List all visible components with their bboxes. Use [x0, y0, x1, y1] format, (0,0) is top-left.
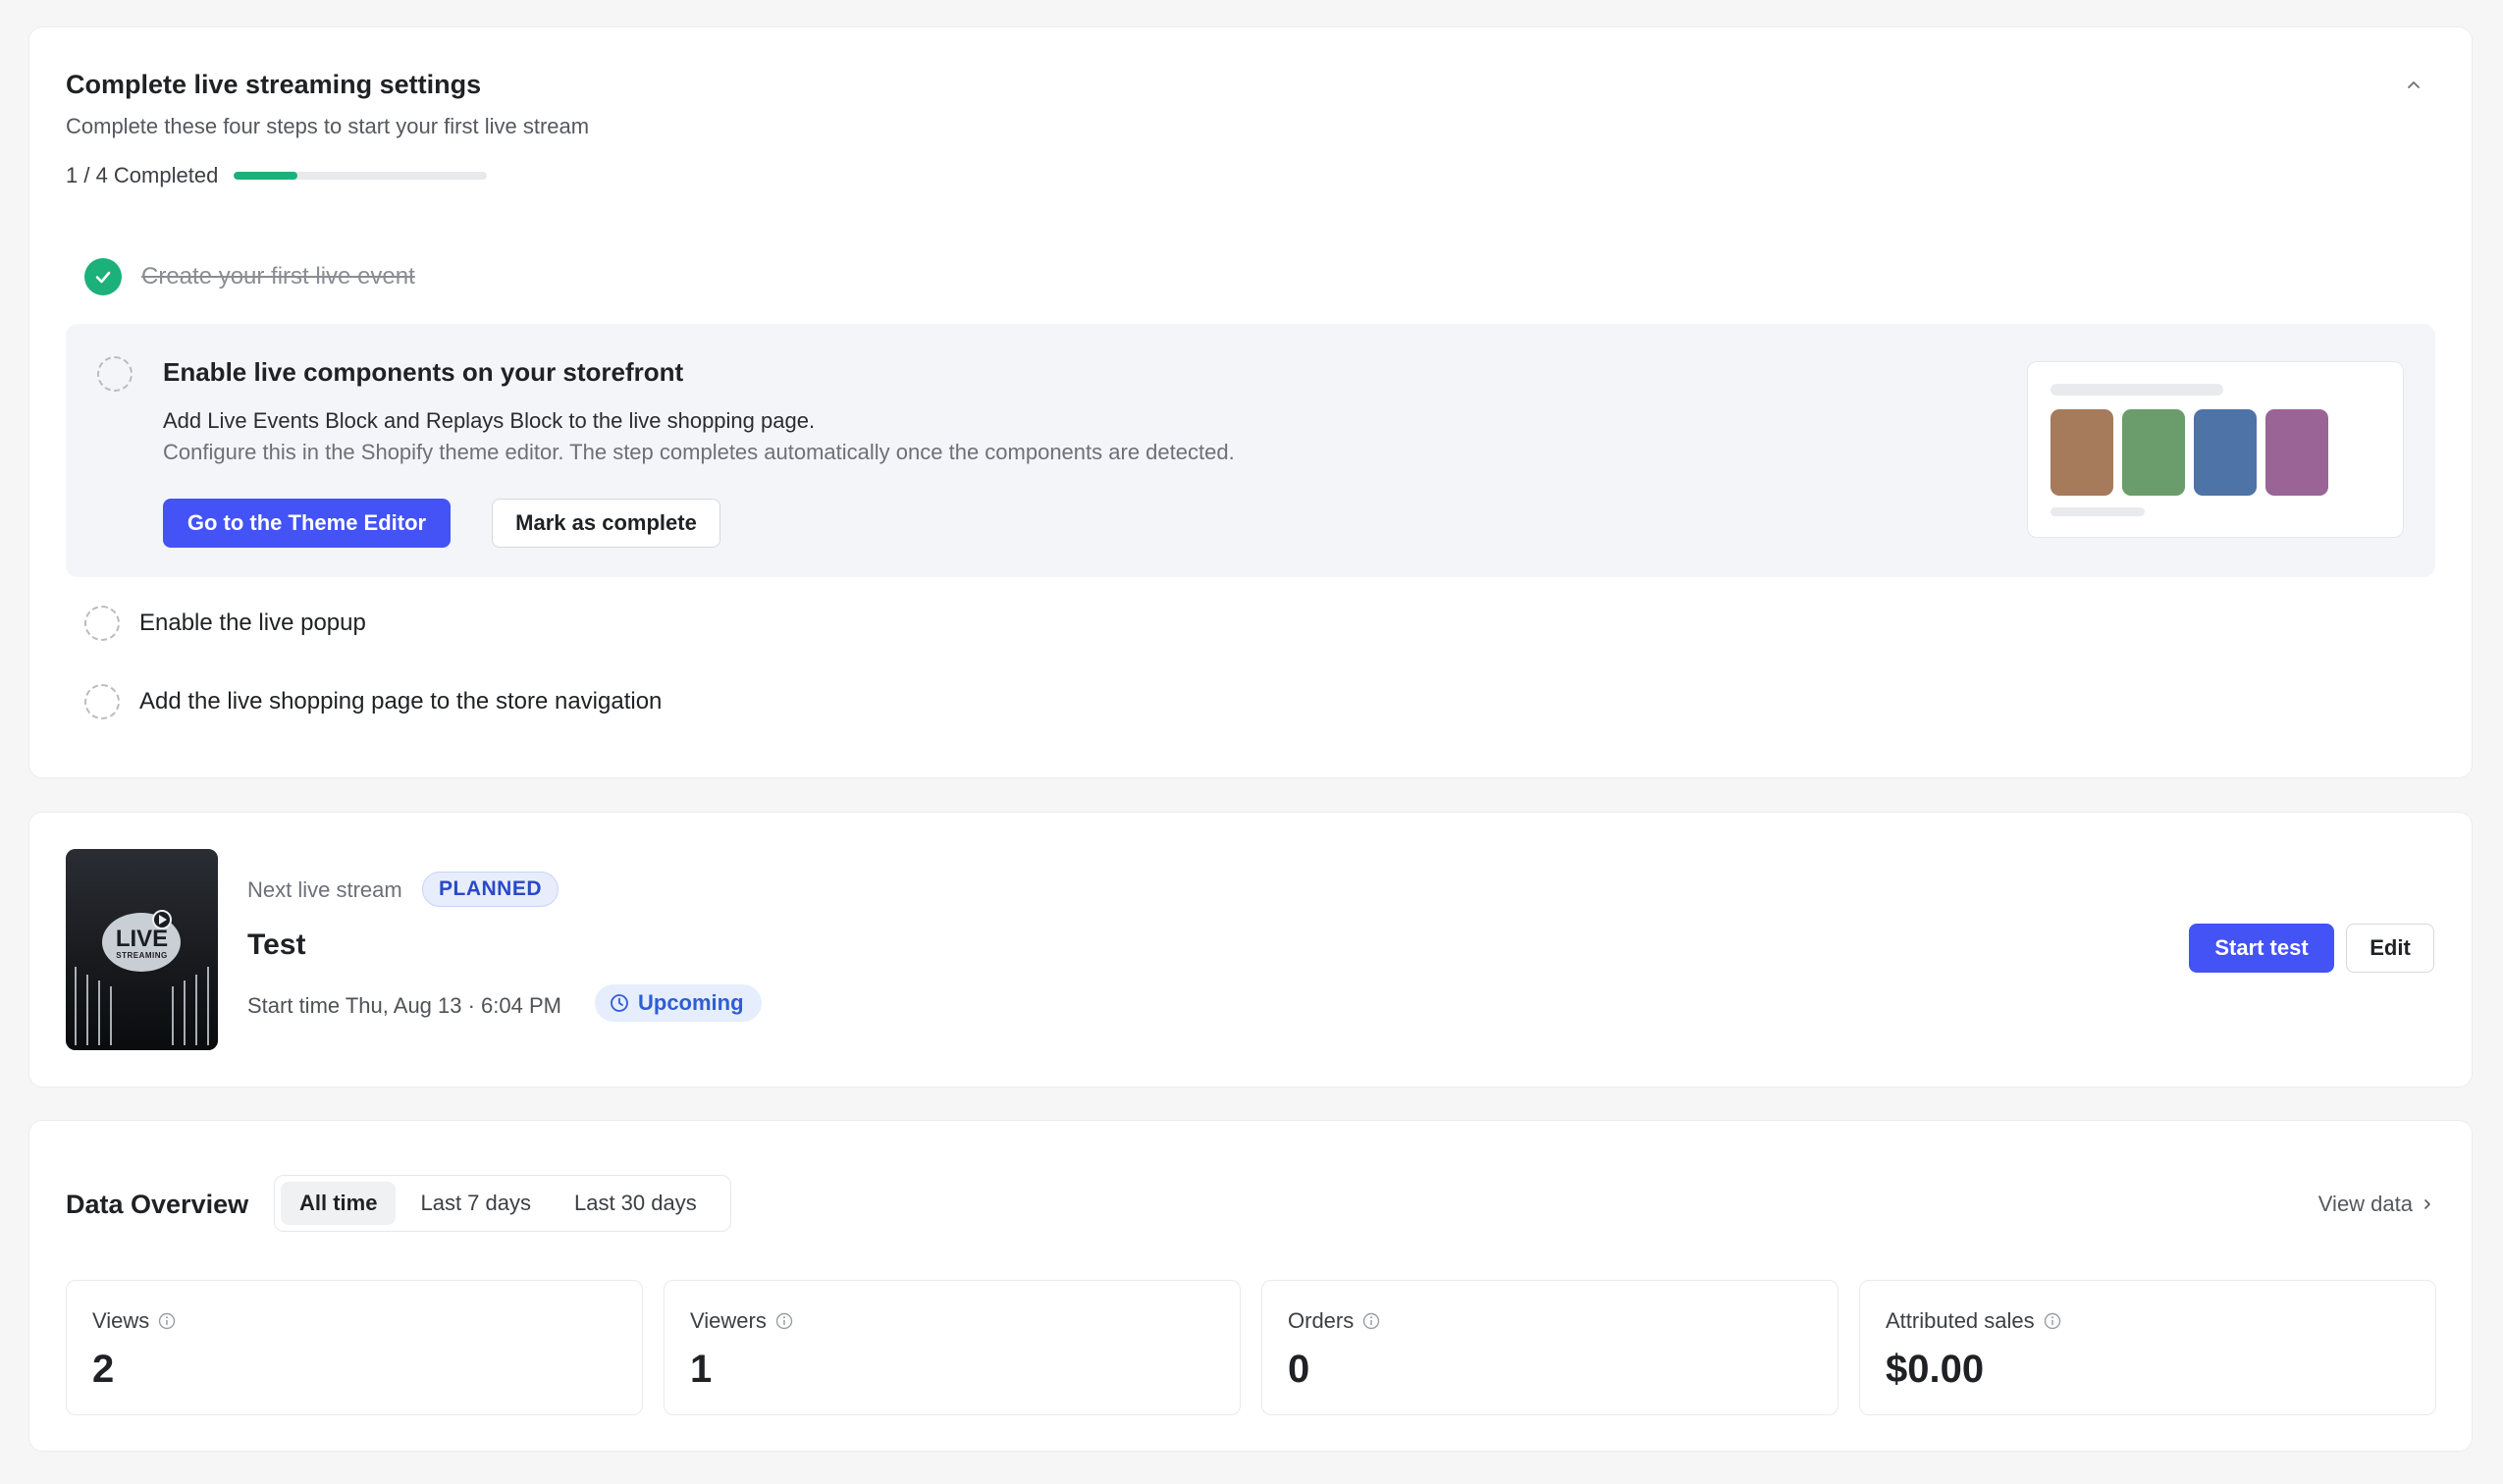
metric-label-text: Attributed sales	[1886, 1308, 2035, 1333]
preview-tile	[2050, 409, 2113, 496]
preview-skeleton-line	[2050, 384, 2223, 396]
view-data-label: View data	[2317, 1192, 2413, 1216]
empty-circle-icon	[84, 606, 120, 641]
metric-label: Views	[92, 1308, 177, 1334]
empty-circle-icon[interactable]	[97, 356, 133, 392]
step-hint: Configure this in the Shopify theme edit…	[163, 440, 1235, 464]
metric-label: Viewers	[690, 1308, 794, 1334]
step-label: Create your first live event	[141, 263, 415, 290]
preview-skeleton-line	[2050, 507, 2145, 516]
data-overview-title: Data Overview	[66, 1190, 249, 1219]
metric-attributed-sales: Attributed sales $0.00	[1859, 1280, 2436, 1415]
mark-complete-button[interactable]: Mark as complete	[492, 499, 720, 548]
stream-title: Test	[247, 928, 306, 961]
tab-last-7-days[interactable]: Last 7 days	[401, 1182, 550, 1225]
step-label: Enable the live popup	[139, 610, 366, 636]
metric-value: 2	[92, 1348, 115, 1391]
info-icon[interactable]	[157, 1311, 177, 1331]
step-description: Add Live Events Block and Replays Block …	[163, 408, 816, 433]
progress-fill	[234, 172, 297, 180]
metric-label-text: Views	[92, 1308, 150, 1333]
step-label: Add the live shopping page to the store …	[139, 688, 663, 715]
theme-editor-button[interactable]: Go to the Theme Editor	[163, 499, 451, 548]
metric-views: Views 2	[66, 1280, 643, 1415]
metric-label: Attributed sales	[1886, 1308, 2062, 1334]
preview-tile	[2265, 409, 2328, 496]
edit-button[interactable]: Edit	[2346, 924, 2434, 973]
progress-bar	[234, 172, 488, 180]
preview-tile	[2122, 409, 2185, 496]
step-title: Enable live components on your storefron…	[163, 357, 684, 387]
components-preview	[2027, 361, 2404, 538]
check-circle-icon	[84, 258, 122, 295]
info-icon[interactable]	[1361, 1311, 1381, 1331]
metric-label: Orders	[1288, 1308, 1381, 1334]
metric-label-text: Viewers	[690, 1308, 767, 1333]
start-test-button[interactable]: Start test	[2189, 924, 2334, 973]
chevron-right-icon	[2424, 1199, 2430, 1209]
progress-row: 1 / 4 Completed	[66, 163, 488, 188]
stream-thumbnail[interactable]: LIVE STREAMING	[66, 849, 218, 1050]
metric-value: 1	[690, 1348, 713, 1391]
preview-tile	[2194, 409, 2257, 496]
info-icon[interactable]	[2043, 1311, 2062, 1331]
progress-text: 1 / 4 Completed	[66, 163, 219, 187]
info-icon[interactable]	[774, 1311, 794, 1331]
metric-label-text: Orders	[1288, 1308, 1355, 1333]
start-time: Start time Thu, Aug 13 · 6:04 PM	[247, 993, 561, 1018]
clock-icon	[611, 994, 628, 1012]
next-stream-label: Next live stream	[247, 877, 402, 902]
upcoming-label: Upcoming	[638, 990, 744, 1015]
empty-circle-icon	[84, 684, 120, 719]
metric-value: $0.00	[1886, 1348, 1985, 1391]
thumbnail-streaming-text: STREAMING	[116, 951, 168, 960]
upcoming-badge: Upcoming	[595, 984, 762, 1022]
step-add-store-navigation[interactable]: Add the live shopping page to the store …	[84, 684, 662, 719]
range-tabs: All time Last 7 days Last 30 days	[274, 1175, 731, 1232]
tab-last-30-days[interactable]: Last 30 days	[556, 1182, 716, 1225]
metric-viewers: Viewers 1	[664, 1280, 1241, 1415]
chevron-up-icon[interactable]	[2401, 72, 2426, 97]
data-overview-card: Data Overview All time Last 7 days Last …	[28, 1120, 2473, 1452]
setup-title: Complete live streaming settings	[66, 70, 482, 99]
metric-orders: Orders 0	[1261, 1280, 1838, 1415]
thumbnail-live-text: LIVE	[115, 926, 169, 952]
status-badge: PLANNED	[422, 872, 559, 907]
step-enable-live-popup[interactable]: Enable the live popup	[84, 606, 366, 641]
metric-value: 0	[1288, 1348, 1310, 1391]
step-enable-live-components: Enable live components on your storefron…	[66, 324, 2435, 577]
step-create-live-event[interactable]: Create your first live event	[84, 258, 415, 295]
setup-subtitle: Complete these four steps to start your …	[66, 114, 590, 138]
setup-card: Complete live streaming settings Complet…	[28, 26, 2473, 778]
next-stream-card: LIVE STREAMING Next live stream PLANNED …	[28, 812, 2473, 1087]
tab-all-time[interactable]: All time	[281, 1182, 397, 1225]
view-data-link[interactable]: View data	[2318, 1192, 2434, 1217]
